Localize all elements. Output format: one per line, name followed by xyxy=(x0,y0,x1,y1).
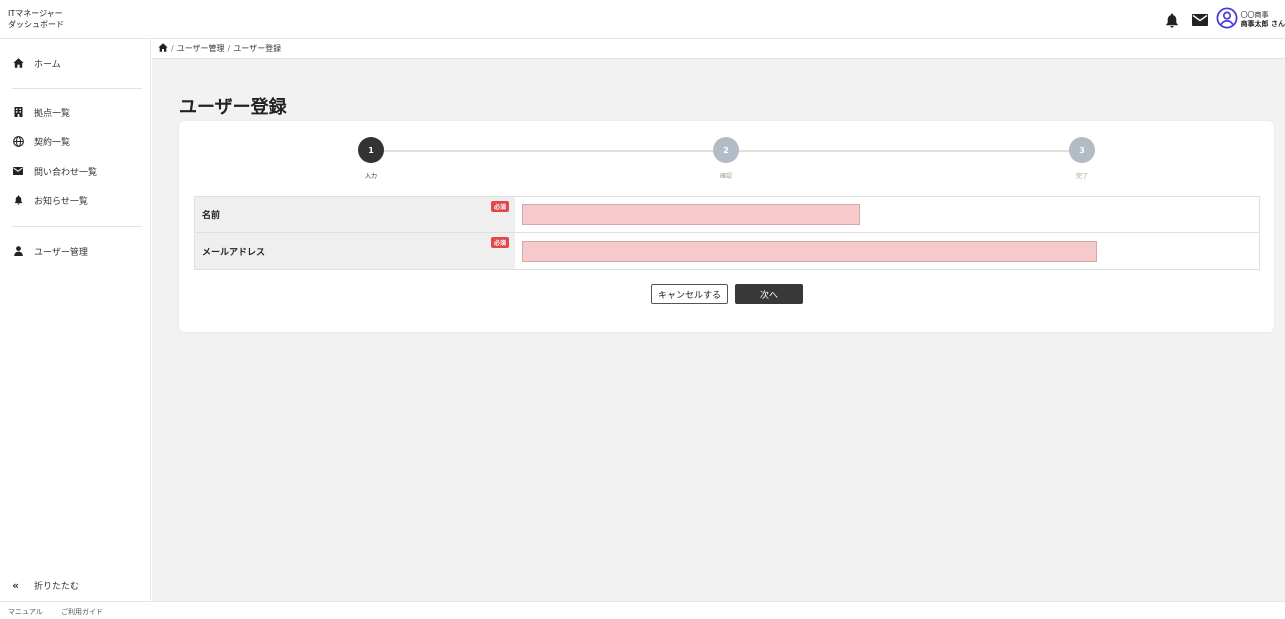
breadcrumb-home-icon[interactable] xyxy=(158,43,168,54)
envelope-icon xyxy=(12,165,24,177)
user-info: 〇〇商事 商事太郎 さん xyxy=(1241,11,1285,29)
app-title[interactable]: ITマネージャー ダッシュボード xyxy=(8,8,64,30)
next-button[interactable]: 次へ xyxy=(735,284,803,304)
step-number: 1 xyxy=(368,145,374,155)
breadcrumb-separator: / xyxy=(171,44,174,53)
app-title-line2: ダッシュボード xyxy=(8,20,64,29)
step-1-indicator: 1 xyxy=(358,137,384,163)
required-badge: 必須 xyxy=(490,237,509,248)
sidebar: ホーム 拠点一覧 契約一覧 問い合わせ一覧 お知らせ一覧 ユーザー管理 « 折り… xyxy=(0,39,151,601)
breadcrumb: / ユーザー管理 / ユーザー登録 xyxy=(152,39,1285,59)
breadcrumb-user-management[interactable]: ユーザー管理 xyxy=(177,43,225,54)
email-label-cell: メールアドレス 必須 xyxy=(195,233,515,269)
mail-envelope-icon[interactable] xyxy=(1188,8,1212,32)
notification-bell-icon[interactable] xyxy=(1160,8,1184,32)
main-content: / ユーザー管理 / ユーザー登録 ユーザー登録 1 2 3 入力 確認 完了 … xyxy=(152,39,1285,601)
user-icon xyxy=(12,245,24,257)
page-title: ユーザー登録 xyxy=(179,97,287,118)
home-icon xyxy=(12,57,24,69)
header-actions: 〇〇商事 商事太郎 さん xyxy=(1160,7,1285,33)
step-number: 3 xyxy=(1079,145,1085,155)
sidebar-divider xyxy=(12,88,142,89)
top-header: ITマネージャー ダッシュボード 〇〇商事 商事太郎 さん xyxy=(0,0,1285,39)
name-input[interactable] xyxy=(522,204,860,225)
sidebar-item-contracts[interactable]: 契約一覧 xyxy=(12,132,70,150)
required-badge: 必須 xyxy=(490,201,509,212)
field-label: 名前 xyxy=(202,211,221,221)
sidebar-collapse-button[interactable]: « 折りたたむ xyxy=(12,576,79,594)
collapse-label: 折りたたむ xyxy=(34,581,80,592)
sidebar-item-label: お知らせ一覧 xyxy=(34,196,88,207)
step-2-label: 確認 xyxy=(719,173,732,180)
double-chevron-left-icon: « xyxy=(12,578,20,592)
app-title-line1: ITマネージャー xyxy=(8,9,63,18)
user-org: 〇〇商事 xyxy=(1240,11,1269,19)
registration-card: 1 2 3 入力 確認 完了 名前 必須 メールアドレス 必須 キャンセルする … xyxy=(179,121,1274,332)
sidebar-item-locations[interactable]: 拠点一覧 xyxy=(12,103,70,121)
form-row-email: メールアドレス 必須 xyxy=(195,233,1259,269)
step-3-label: 完了 xyxy=(1075,173,1088,180)
sidebar-item-label: ホーム xyxy=(34,59,61,70)
sidebar-item-label: 問い合わせ一覧 xyxy=(34,167,98,178)
globe-icon xyxy=(12,135,24,147)
step-1-label: 入力 xyxy=(364,173,377,180)
user-name: 商事太郎 さん xyxy=(1240,20,1285,28)
sidebar-item-user-management[interactable]: ユーザー管理 xyxy=(12,242,88,260)
user-menu[interactable]: 〇〇商事 商事太郎 さん xyxy=(1216,7,1285,33)
building-icon xyxy=(12,106,24,118)
footer: マニュアル ご利用ガイド xyxy=(0,601,1285,619)
manual-link[interactable]: マニュアル xyxy=(8,607,43,617)
name-value-cell xyxy=(515,197,1259,232)
step-3-indicator: 3 xyxy=(1069,137,1095,163)
guide-link[interactable]: ご利用ガイド xyxy=(61,607,103,617)
breadcrumb-current: ユーザー登録 xyxy=(233,44,282,53)
breadcrumb-separator: / xyxy=(227,44,231,53)
cancel-button[interactable]: キャンセルする xyxy=(651,284,728,304)
sidebar-item-inquiries[interactable]: 問い合わせ一覧 xyxy=(12,162,97,180)
sidebar-item-label: 契約一覧 xyxy=(34,137,71,148)
sidebar-item-label: 拠点一覧 xyxy=(34,108,71,119)
form-actions: キャンセルする 次へ xyxy=(179,284,1274,305)
sidebar-item-home[interactable]: ホーム xyxy=(12,54,61,72)
email-value-cell xyxy=(515,233,1259,269)
email-input[interactable] xyxy=(522,240,1097,262)
bell-icon xyxy=(12,194,24,206)
user-avatar-icon xyxy=(1216,7,1238,33)
sidebar-item-label: ユーザー管理 xyxy=(34,247,88,258)
form-row-name: 名前 必須 xyxy=(195,197,1259,233)
name-label-cell: 名前 必須 xyxy=(195,197,515,232)
user-form: 名前 必須 メールアドレス 必須 xyxy=(194,196,1260,270)
step-number: 2 xyxy=(723,145,729,155)
sidebar-divider xyxy=(12,226,142,227)
field-label: メールアドレス xyxy=(202,247,266,258)
step-2-indicator: 2 xyxy=(713,137,739,163)
sidebar-item-notices[interactable]: お知らせ一覧 xyxy=(12,191,88,209)
